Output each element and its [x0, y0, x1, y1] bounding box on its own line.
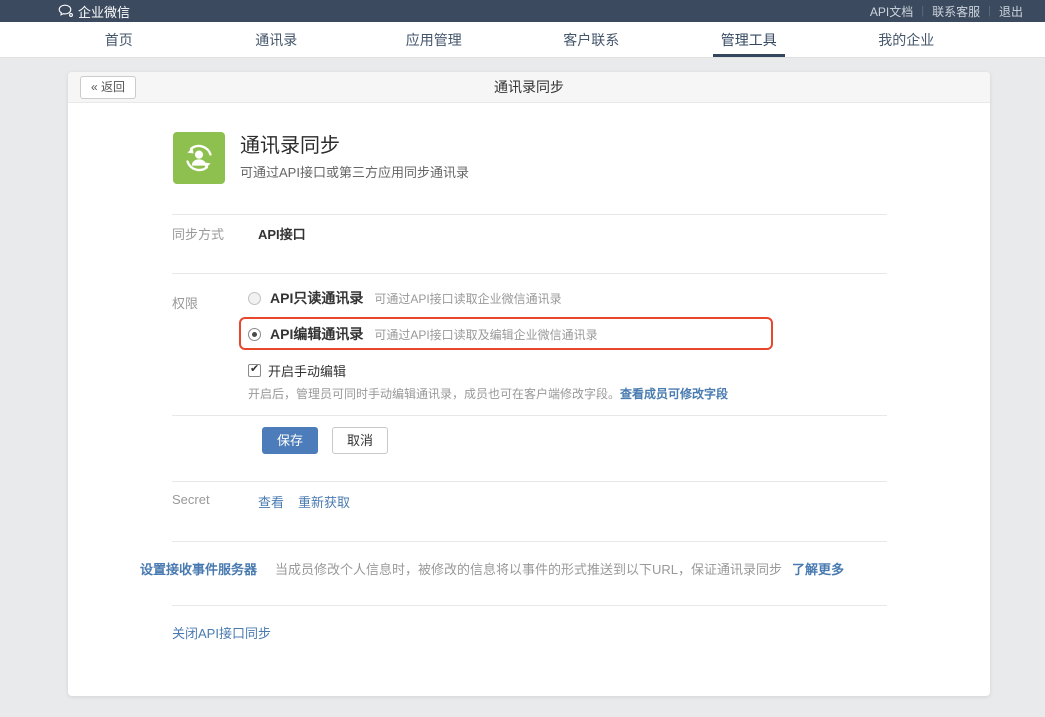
divider: [172, 415, 887, 416]
checkmark-icon: ✔: [250, 362, 259, 376]
close-api-sync-link[interactable]: 关闭API接口同步: [172, 626, 271, 641]
manual-edit-label: 开启手动编辑: [268, 361, 346, 380]
learn-more-link[interactable]: 了解更多: [792, 559, 844, 578]
radio-option-label: API只读通讯录: [270, 288, 363, 308]
secret-label: Secret: [172, 492, 210, 507]
page-title: 通讯录同步: [68, 72, 990, 103]
nav-item-customers[interactable]: 客户联系: [513, 22, 671, 57]
nav-label: 通讯录: [247, 25, 305, 57]
brand: 企业微信: [58, 2, 130, 21]
secret-regenerate-link[interactable]: 重新获取: [298, 492, 350, 511]
wechat-work-logo-icon: [58, 4, 74, 18]
permission-label: 权限: [172, 293, 198, 312]
nav-label: 客户联系: [555, 25, 627, 57]
nav-item-admin-tools[interactable]: 管理工具: [670, 22, 828, 57]
close-api-sync-row: 关闭API接口同步: [172, 623, 271, 642]
card-header: 通讯录同步 « 返回: [68, 72, 990, 103]
manual-edit-desc-text: 开启后，管理员可同时手动编辑通讯录，成员也可在客户端修改字段。: [248, 387, 620, 401]
main-nav: 首页 通讯录 应用管理 客户联系 管理工具 我的企业: [0, 22, 1045, 58]
callback-server-row: 设置接收事件服务器 当成员修改个人信息时，被修改的信息将以事件的形式推送到以下U…: [140, 559, 844, 578]
content-card: 通讯录同步 « 返回 通讯录同步 可通过API接口或第三方应用同步通讯录 同步方…: [68, 72, 990, 696]
separator: |: [988, 5, 991, 17]
nav-item-apps[interactable]: 应用管理: [355, 22, 513, 57]
nav-label: 我的企业: [870, 25, 942, 57]
separator: |: [921, 5, 924, 17]
radio-option-api-readonly[interactable]: API只读通讯录 可通过API接口读取企业微信通讯录: [248, 288, 562, 308]
nav-item-my-company[interactable]: 我的企业: [828, 22, 986, 57]
person-sync-icon: [181, 140, 217, 176]
radio-unchecked-icon[interactable]: [248, 292, 261, 305]
topbar: 企业微信 API文档 | 联系客服 | 退出: [0, 0, 1045, 22]
set-callback-server-link[interactable]: 设置接收事件服务器: [140, 559, 257, 578]
manual-edit-desc: 开启后，管理员可同时手动编辑通讯录，成员也可在客户端修改字段。查看成员可修改字段: [248, 385, 728, 402]
view-editable-fields-link[interactable]: 查看成员可修改字段: [620, 387, 728, 401]
divider: [172, 481, 887, 482]
app-subtitle: 可通过API接口或第三方应用同步通讯录: [240, 162, 469, 181]
contact-sync-app-icon: [173, 132, 225, 184]
nav-label: 首页: [97, 25, 141, 57]
callback-desc: 当成员修改个人信息时，被修改的信息将以事件的形式推送到以下URL，保证通讯录同步: [275, 559, 782, 578]
sync-method-value: API接口: [258, 224, 306, 243]
contact-support-link[interactable]: 联系客服: [932, 3, 980, 20]
save-button[interactable]: 保存: [262, 427, 318, 454]
secret-links: 查看 重新获取: [258, 492, 350, 511]
nav-item-contacts[interactable]: 通讯录: [198, 22, 356, 57]
nav-item-home[interactable]: 首页: [40, 22, 198, 57]
brand-name: 企业微信: [78, 2, 130, 21]
logout-link[interactable]: 退出: [999, 3, 1023, 20]
radio-option-desc: 可通过API接口读取企业微信通讯录: [374, 290, 561, 307]
secret-view-link[interactable]: 查看: [258, 492, 284, 511]
radio-checked-icon[interactable]: [248, 328, 261, 341]
divider: [172, 541, 887, 542]
cancel-button[interactable]: 取消: [332, 427, 388, 454]
topbar-links: API文档 | 联系客服 | 退出: [870, 3, 1023, 20]
divider: [172, 273, 887, 274]
divider: [172, 605, 887, 606]
sync-method-label: 同步方式: [172, 224, 224, 243]
divider: [172, 214, 887, 215]
nav-label: 应用管理: [398, 25, 470, 57]
nav-label: 管理工具: [713, 25, 785, 57]
checkbox-checked-icon[interactable]: ✔: [248, 364, 261, 377]
radio-option-label: API编辑通讯录: [270, 324, 363, 344]
radio-option-api-edit[interactable]: API编辑通讯录 可通过API接口读取及编辑企业微信通讯录: [248, 324, 598, 344]
manual-edit-checkbox-row[interactable]: ✔ 开启手动编辑: [248, 361, 346, 380]
app-title: 通讯录同步: [240, 129, 340, 158]
radio-option-desc: 可通过API接口读取及编辑企业微信通讯录: [374, 326, 597, 343]
api-docs-link[interactable]: API文档: [870, 3, 913, 20]
back-button[interactable]: « 返回: [80, 76, 136, 99]
